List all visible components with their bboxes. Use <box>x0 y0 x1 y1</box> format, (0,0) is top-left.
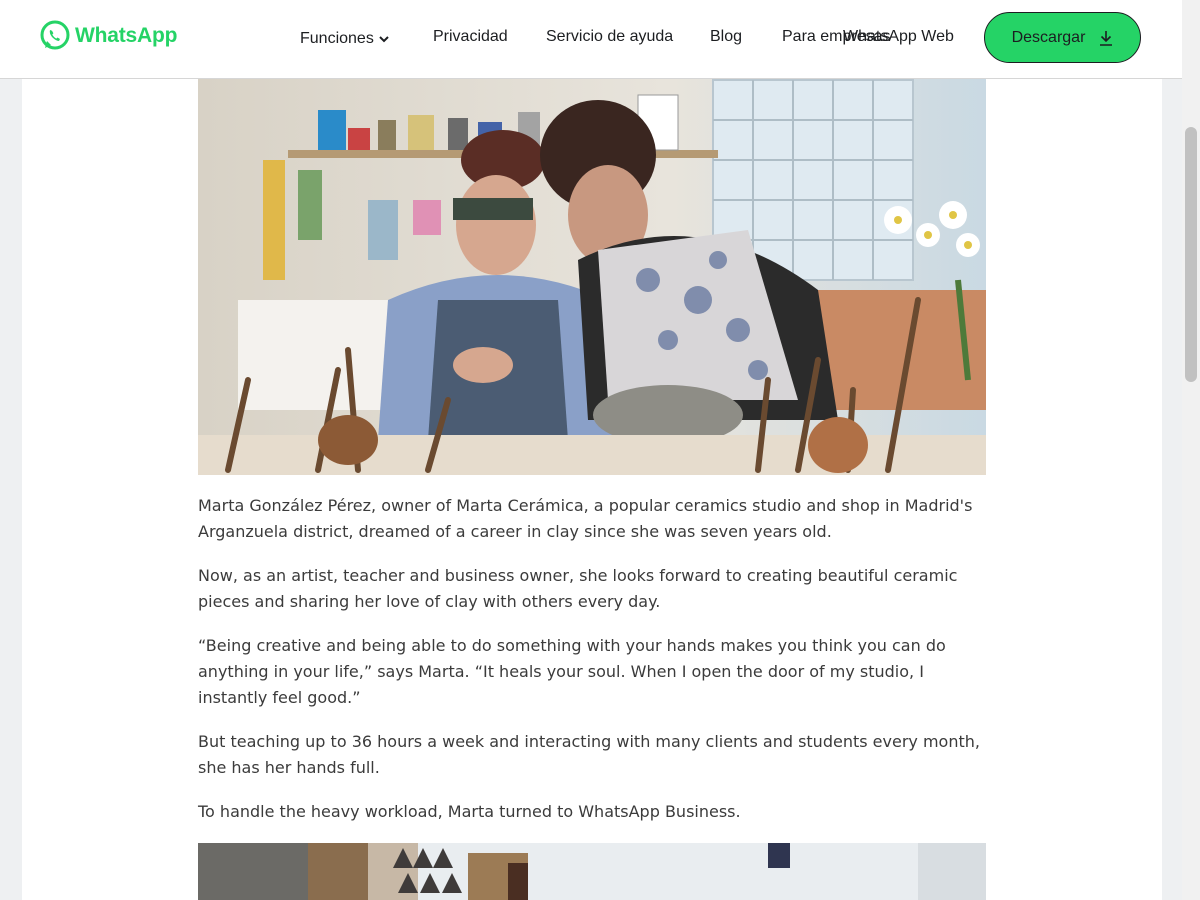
scrollbar-thumb[interactable] <box>1185 127 1197 382</box>
article-paragraph: Now, as an artist, teacher and business … <box>198 566 958 611</box>
nav-blog[interactable]: Blog <box>710 27 742 47</box>
nav-funciones-label: Funciones <box>300 30 374 47</box>
article-paragraph: But teaching up to 36 hours a week and i… <box>198 732 980 777</box>
whatsapp-logo-icon <box>40 20 70 50</box>
chevron-down-icon <box>379 36 389 43</box>
nav-whatsapp-web[interactable]: WhatsApp Web <box>843 27 954 47</box>
whatsapp-logo[interactable]: WhatsApp <box>39 20 177 52</box>
download-button[interactable]: Descargar <box>984 12 1141 63</box>
brand-name: WhatsApp <box>75 24 178 47</box>
site-header: WhatsApp Funciones Privacidad Servicio d… <box>0 0 1182 79</box>
nav-funciones[interactable]: Funciones <box>300 29 390 49</box>
download-button-label: Descargar <box>1011 28 1086 46</box>
article-paragraph: Marta González Pérez, owner of Marta Cer… <box>198 496 973 541</box>
article-paragraph: “Being creative and being able to do som… <box>198 636 946 707</box>
nav-privacidad[interactable]: Privacidad <box>433 27 508 47</box>
download-arrow-icon <box>1100 30 1113 46</box>
studio-shelves-photo <box>198 843 986 900</box>
nav-servicio-de-ayuda[interactable]: Servicio de ayuda <box>546 27 673 47</box>
article-body: Marta González Pérez, owner of Marta Cer… <box>198 493 986 843</box>
article-paragraph: To handle the heavy workload, Marta turn… <box>198 802 741 821</box>
